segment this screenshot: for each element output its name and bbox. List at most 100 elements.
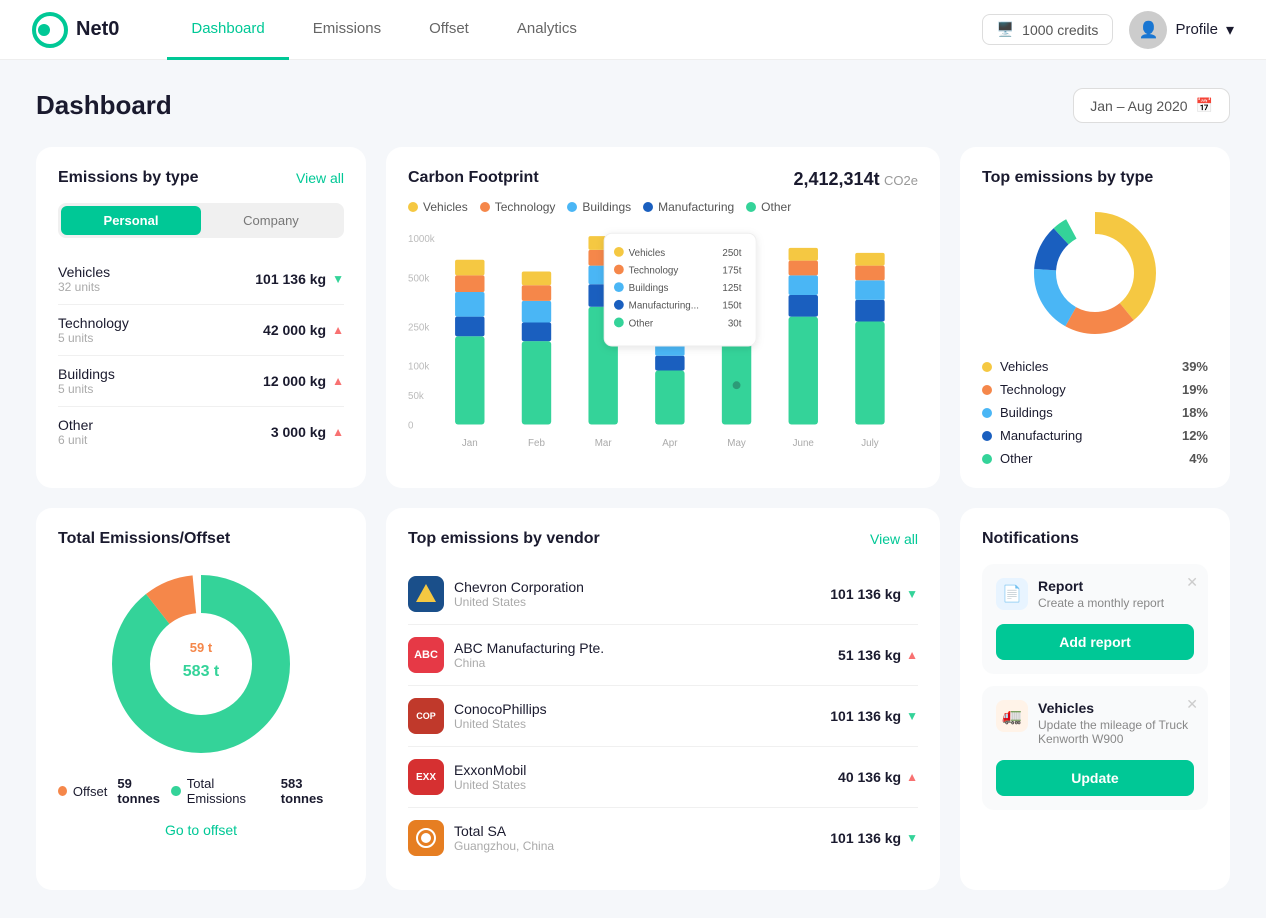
credits-value: 1000 credits (1022, 22, 1098, 38)
notification-report: 📄 Report Create a monthly report ✕ Add r… (982, 564, 1208, 674)
nav-offset[interactable]: Offset (405, 0, 493, 60)
vendor-exxon-country: United States (454, 778, 838, 792)
svg-text:Other: Other (629, 318, 654, 329)
svg-text:Vehicles: Vehicles (629, 248, 666, 259)
main-content: Dashboard Jan – Aug 2020 📅 Emissions by … (0, 60, 1266, 918)
legend-item-vehicles: Vehicles 39% (982, 359, 1208, 374)
vendor-conoco: COP ConocoPhillips United States 101 136… (408, 686, 918, 747)
legend-other: Other (746, 200, 791, 214)
vendor-totalsa: Total SA Guangzhou, China 101 136 kg ▼ (408, 808, 918, 868)
svg-text:Feb: Feb (528, 438, 545, 449)
logo[interactable]: Net0 (32, 12, 119, 48)
vendor-abc-logo: ABC (408, 637, 444, 673)
tab-personal[interactable]: Personal (61, 206, 201, 235)
notif-report-title: Report (1038, 578, 1164, 594)
tab-company[interactable]: Company (201, 206, 341, 235)
nav-analytics[interactable]: Analytics (493, 0, 601, 60)
vendors-header: Top emissions by vendor View all (408, 530, 918, 548)
emission-technology: Technology5 units 42 000 kg ▲ (58, 305, 344, 356)
navbar: Net0 Dashboard Emissions Offset Analytic… (0, 0, 1266, 60)
emission-buildings-label: Buildings (58, 366, 115, 382)
vendors-list: Chevron Corporation United States 101 13… (408, 564, 918, 868)
report-icon: 📄 (996, 578, 1028, 610)
arrow-icon5: ▼ (906, 831, 918, 845)
vendor-totalsa-name: Total SA (454, 823, 830, 839)
vendor-conoco-info: ConocoPhillips United States (454, 701, 830, 731)
total-emissions-card: Total Emissions/Offset 59 t 583 t Offset (36, 508, 366, 890)
legend-item-buildings: Buildings 18% (982, 405, 1208, 420)
carbon-total: 2,412,314t (794, 169, 880, 189)
offset-item: Offset 59 tonnes (58, 776, 171, 806)
emissions-tab-group: Personal Company (58, 203, 344, 238)
svg-text:May: May (727, 438, 746, 449)
credits-badge: 🖥️ 1000 credits (982, 14, 1114, 45)
arrow-down-icon: ▼ (332, 272, 344, 286)
svg-text:250t: 250t (722, 248, 741, 259)
notif-report-close[interactable]: ✕ (1186, 574, 1198, 591)
emission-buildings-sub: 5 units (58, 382, 115, 396)
legend-item-technology: Technology 19% (982, 382, 1208, 397)
emission-buildings-value: 12 000 kg ▲ (263, 373, 344, 389)
vendor-abc-info: ABC Manufacturing Pte. China (454, 640, 838, 670)
notifications-header: Notifications (982, 530, 1208, 548)
emission-other: Other6 unit 3 000 kg ▲ (58, 407, 344, 457)
vendor-conoco-value: 101 136 kg ▼ (830, 708, 918, 724)
vendor-chevron-info: Chevron Corporation United States (454, 579, 830, 609)
legend-item-other: Other 4% (982, 451, 1208, 466)
emission-tech-value: 42 000 kg ▲ (263, 322, 344, 338)
carbon-chart: 1000k 500k 250k 100k 50k 0 Jan (408, 226, 918, 446)
emissions-list: Vehicles32 units 101 136 kg ▼ Technology… (58, 254, 344, 457)
svg-text:0: 0 (408, 420, 414, 431)
emission-buildings: Buildings5 units 12 000 kg ▲ (58, 356, 344, 407)
emission-other-label: Other (58, 417, 93, 433)
date-range-picker[interactable]: Jan – Aug 2020 📅 (1073, 88, 1230, 123)
svg-text:250k: 250k (408, 322, 429, 333)
legend-technology: Technology (480, 200, 556, 214)
offset-legend: Offset 59 tonnes Total Emissions 583 ton… (58, 776, 344, 806)
vendors-view-all[interactable]: View all (870, 531, 918, 547)
vendor-exxon-logo: EXX (408, 759, 444, 795)
go-to-offset-link[interactable]: Go to offset (58, 822, 344, 838)
vehicle-icon: 🚛 (996, 700, 1028, 732)
arrow-icon: ▼ (906, 587, 918, 601)
vendor-exxon: EXX ExxonMobil United States 40 136 kg ▲ (408, 747, 918, 808)
vendor-chevron-country: United States (454, 595, 830, 609)
svg-text:Jan: Jan (462, 438, 478, 449)
vendor-abc: ABC ABC Manufacturing Pte. China 51 136 … (408, 625, 918, 686)
carbon-footprint-card: Carbon Footprint 2,412,314t CO2e Vehicle… (386, 147, 940, 488)
svg-text:100k: 100k (408, 362, 429, 373)
notifications-title: Notifications (982, 530, 1079, 548)
nav-dashboard[interactable]: Dashboard (167, 0, 288, 60)
notif-vehicles-header: 🚛 Vehicles Update the mileage of Truck K… (996, 700, 1194, 746)
arrow-icon3: ▼ (906, 709, 918, 723)
update-button[interactable]: Update (996, 760, 1194, 796)
top-emissions-type-card: Top emissions by type Vehicles 39% (960, 147, 1230, 488)
emissions-view-all[interactable]: View all (296, 170, 344, 186)
notif-vehicles-title: Vehicles (1038, 700, 1194, 716)
emissions-by-type-card: Emissions by type View all Personal Comp… (36, 147, 366, 488)
logo-text: Net0 (76, 18, 119, 41)
svg-text:150t: 150t (722, 301, 741, 312)
svg-text:125t: 125t (722, 283, 741, 294)
nav-emissions[interactable]: Emissions (289, 0, 405, 60)
svg-text:Mar: Mar (595, 438, 613, 449)
emission-vehicles: Vehicles32 units 101 136 kg ▼ (58, 254, 344, 305)
profile-name: Profile (1175, 21, 1218, 38)
vendor-totalsa-country: Guangzhou, China (454, 839, 830, 853)
emissions-card-title: Emissions by type (58, 169, 199, 187)
svg-text:59 t: 59 t (190, 640, 213, 655)
offset-donut-svg: 59 t 583 t (101, 564, 301, 764)
calendar-icon: 📅 (1196, 97, 1213, 114)
logo-icon (32, 12, 68, 48)
svg-text:Technology: Technology (629, 265, 679, 276)
emission-vehicles-value: 101 136 kg ▼ (255, 271, 344, 287)
add-report-button[interactable]: Add report (996, 624, 1194, 660)
carbon-chart-svg: 1000k 500k 250k 100k 50k 0 Jan (408, 226, 918, 466)
legend-buildings: Buildings (567, 200, 631, 214)
profile-area[interactable]: 👤 Profile ▾ (1129, 11, 1234, 49)
arrow-up-icon2: ▲ (332, 374, 344, 388)
credits-icon: 🖥️ (997, 21, 1014, 38)
notif-vehicles-close[interactable]: ✕ (1186, 696, 1198, 713)
vendors-title: Top emissions by vendor (408, 530, 600, 548)
vendor-exxon-value: 40 136 kg ▲ (838, 769, 918, 785)
